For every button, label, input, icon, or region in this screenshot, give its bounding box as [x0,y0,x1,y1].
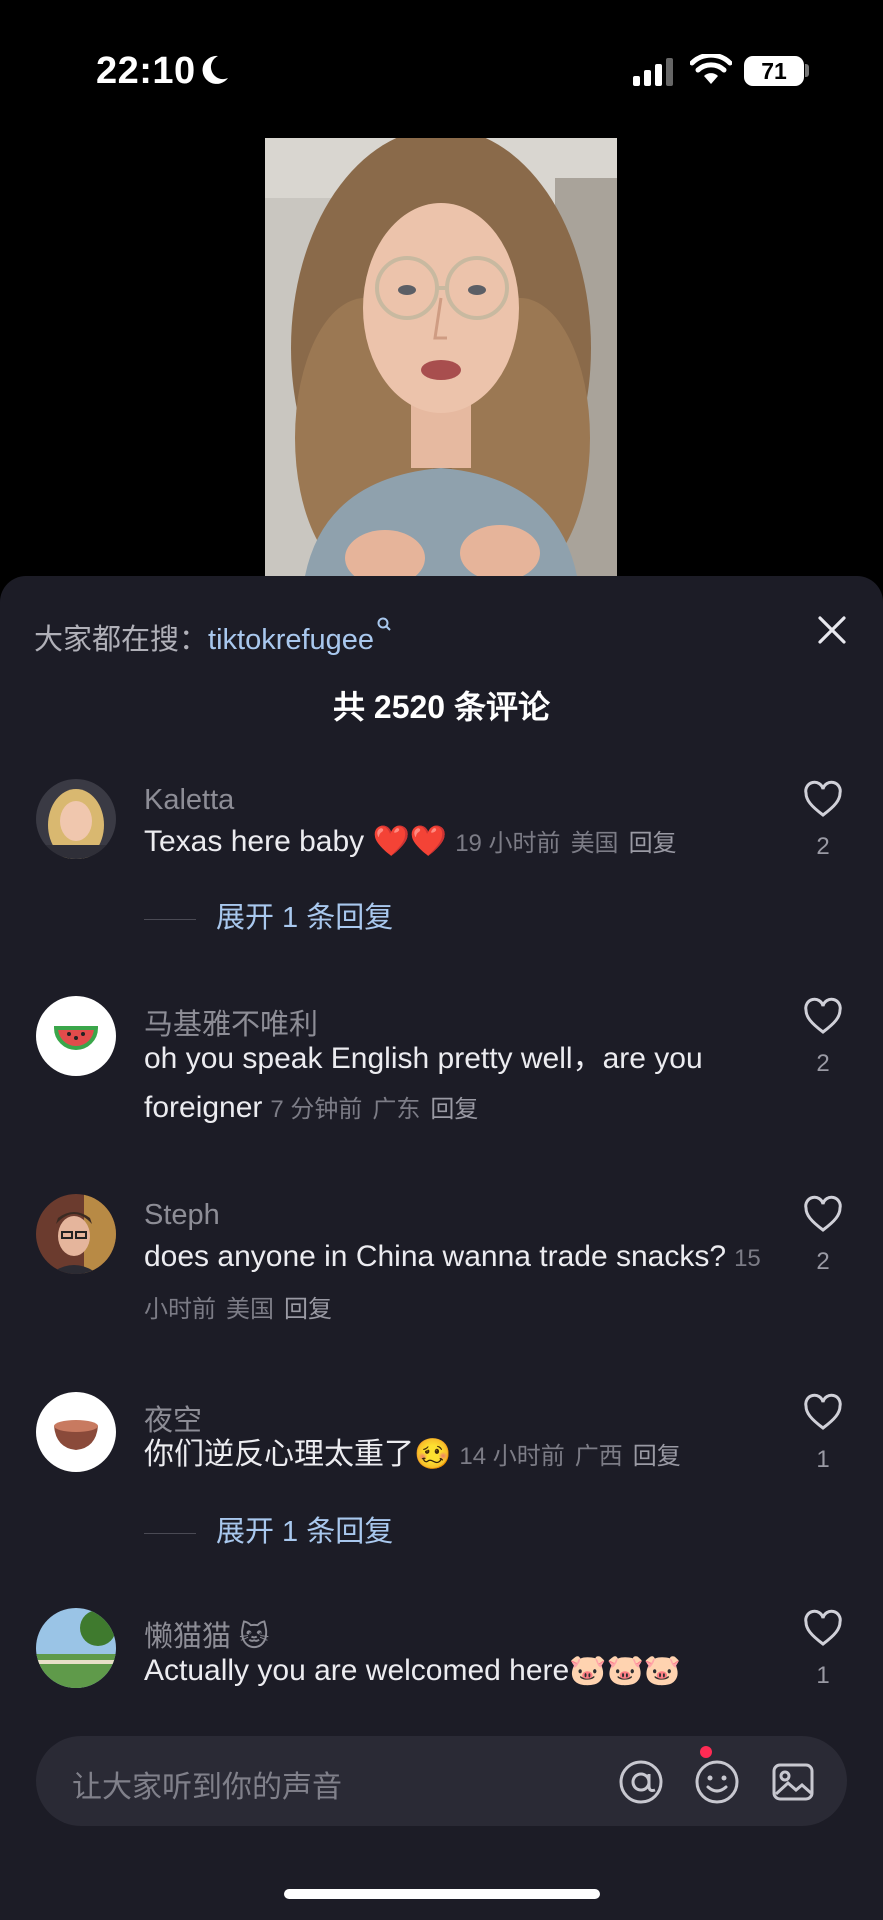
avatar[interactable] [36,996,116,1076]
status-time: 22:10 [96,50,196,92]
comment-body: Actually you are welcomed here🐷🐷🐷 [144,1646,764,1695]
like-count: 2 [816,1050,830,1077]
comment-time: 14 小时前 [459,1443,565,1470]
heart-outline-icon[interactable] [803,780,843,820]
close-icon[interactable] [812,610,852,650]
like-count: 1 [816,1446,830,1473]
comment-body: Texas here baby ❤️❤️ 19 小时前 美国 回复 [144,817,764,868]
comment-location: 广东 [372,1096,421,1123]
video-frame-illustration [265,138,617,576]
reply-button[interactable]: 回复 [284,1296,332,1323]
battery-indicator: 71 [744,56,804,86]
heart-outline-icon[interactable] [803,1195,843,1235]
heart-outline-icon[interactable] [803,997,843,1037]
divider-line [144,918,196,920]
comment-body: oh you speak English pretty well，are you… [144,1034,764,1134]
comment-location: 广西 [574,1443,623,1470]
reply-button[interactable]: 回复 [430,1096,478,1123]
comment-body: 你们逆反心理太重了🥴 14 小时前 广西 回复 [144,1430,764,1481]
comment-location: 美国 [570,830,619,857]
expand-replies-label: 展开 1 条回复 [216,902,394,934]
cellular-signal-icon [633,58,673,86]
comment-time: 7 分钟前 [270,1096,363,1123]
comment-text: 你们逆反心理太重了🥴 [144,1438,452,1471]
search-hint-prefix: 大家都在搜： [34,624,209,656]
avatar[interactable] [36,1392,116,1472]
notification-dot [700,1746,712,1758]
wifi-icon [690,54,732,84]
heart-outline-icon[interactable] [803,1609,843,1649]
battery-cap [805,64,809,77]
comment-meta: 7 分钟前 广东 回复 [270,1096,488,1123]
at-sign-icon[interactable] [618,1759,664,1805]
comment-count-title: 共 2520 条评论 [333,689,550,725]
divider-line [144,1532,196,1534]
comment-text: does anyone in China wanna trade snacks? [144,1240,727,1273]
comment-username[interactable]: Steph [144,1199,220,1232]
avatar[interactable] [36,779,116,859]
heart-outline-icon[interactable] [803,1393,843,1433]
search-icon [377,617,391,631]
expand-replies-button[interactable]: 展开 1 条回复 [144,1508,393,1550]
like-count: 2 [816,1248,830,1275]
home-indicator[interactable] [284,1889,600,1899]
comment-input-bar[interactable]: 让大家听到你的声音 [36,1736,847,1826]
expand-replies-button[interactable]: 展开 1 条回复 [144,894,393,936]
emoji-face-icon[interactable] [694,1759,740,1805]
scroll-fade [0,1700,883,1736]
comment-username[interactable]: Kaletta [144,784,234,817]
search-hint-topic[interactable]: tiktokrefugee [208,624,374,656]
like-count: 2 [816,833,830,860]
reply-button[interactable]: 回复 [633,1443,681,1470]
comment-time: 19 小时前 [455,830,561,857]
moon-icon [202,55,228,84]
video-preview[interactable] [265,138,617,576]
comment-body: does anyone in China wanna trade snacks?… [144,1232,764,1334]
like-count: 1 [816,1662,830,1689]
reply-button[interactable]: 回复 [629,830,677,857]
comment-location: 美国 [226,1296,274,1323]
comment-input-placeholder[interactable]: 让大家听到你的声音 [72,1762,342,1806]
comment-text: Texas here baby ❤️❤️ [144,825,448,858]
comment-meta: 19 小时前 美国 回复 [455,830,686,857]
comment-text: Actually you are welcomed here🐷🐷🐷 [144,1654,682,1687]
trending-search-hint[interactable]: 大家都在搜：tiktokrefugee [34,616,392,658]
status-bar: 22:10 71 [0,0,883,140]
avatar[interactable] [36,1194,116,1274]
image-icon[interactable] [770,1759,816,1805]
expand-replies-label: 展开 1 条回复 [216,1516,394,1548]
comment-meta: 14 小时前 广西 回复 [459,1443,690,1470]
avatar[interactable] [36,1608,116,1688]
